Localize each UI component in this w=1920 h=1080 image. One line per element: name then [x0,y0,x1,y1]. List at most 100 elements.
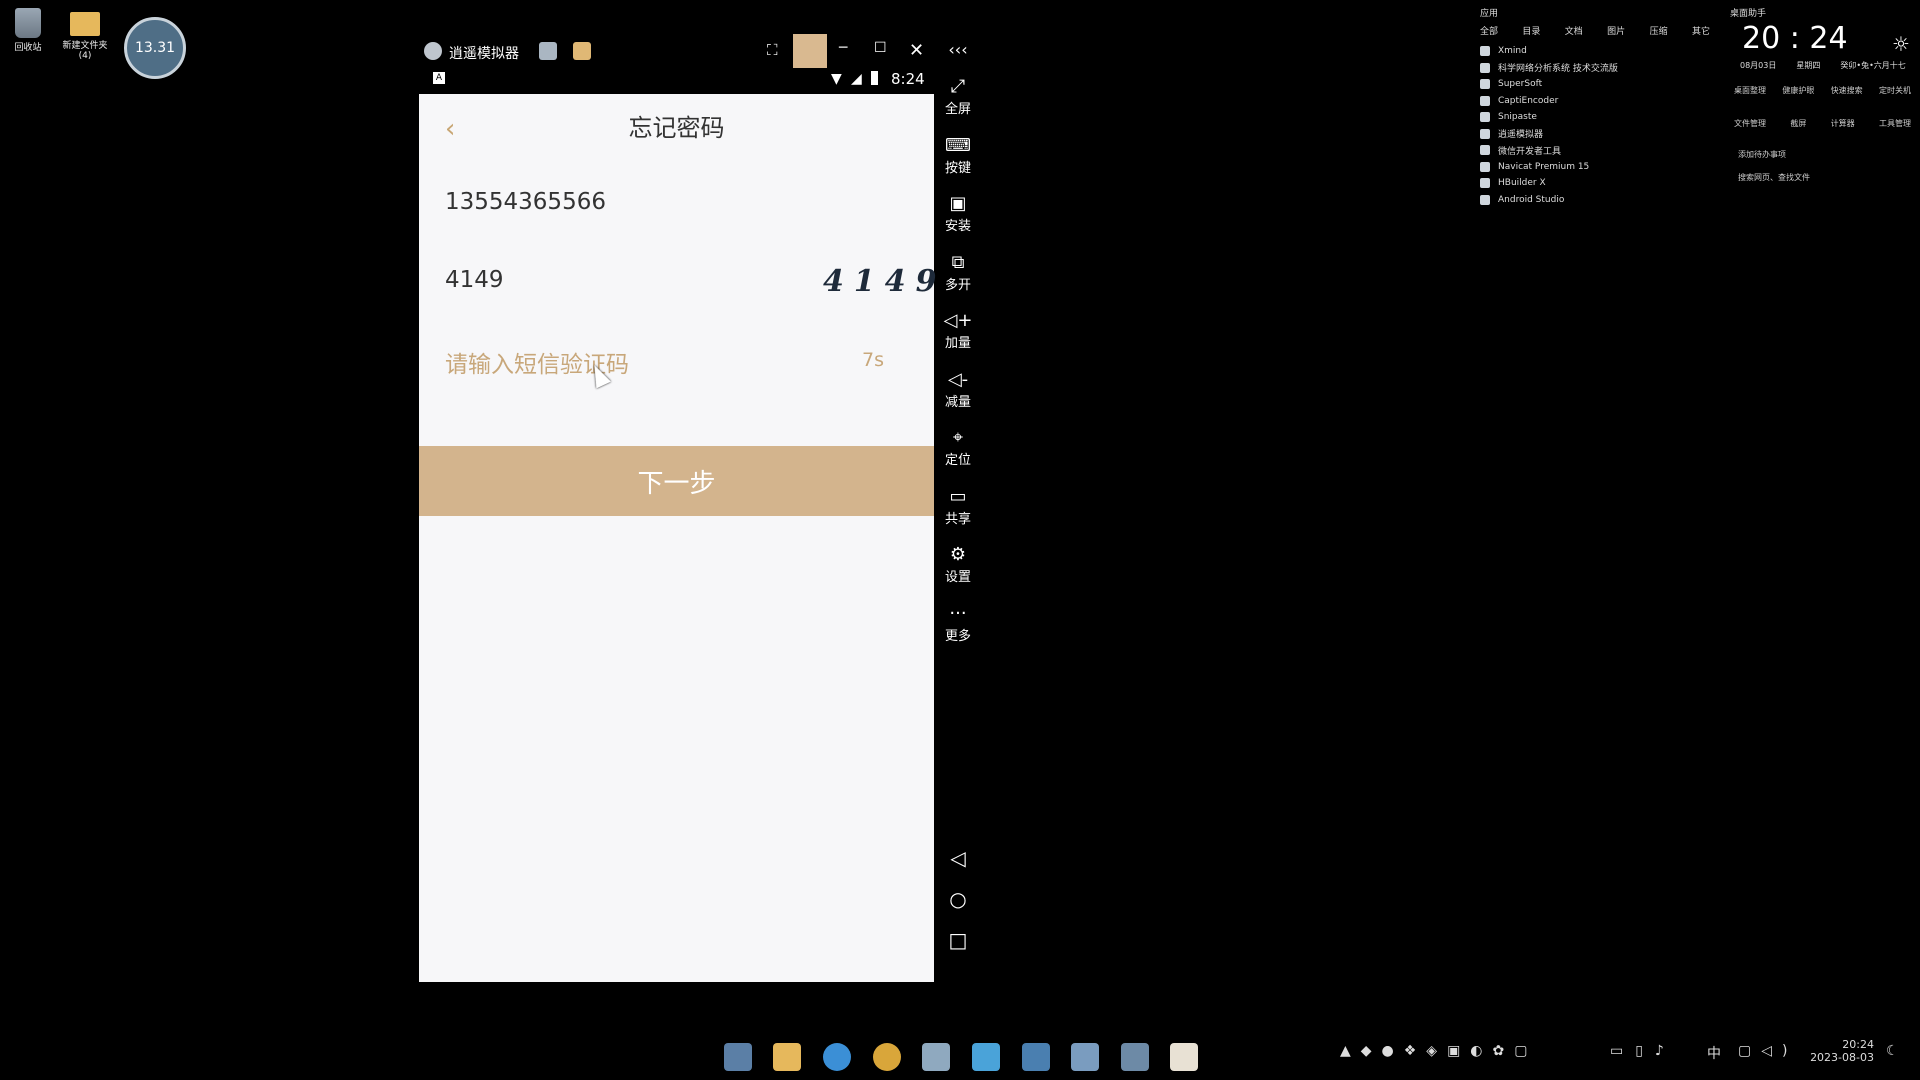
widget-search[interactable]: 搜索网页、查找文件 [1738,172,1915,183]
collapse-sidebar-button[interactable]: ‹‹‹ [938,40,978,59]
tool-eye-care[interactable]: 健康护眼 [1782,85,1814,96]
sidebar-label: 更多 [944,629,971,644]
captcha-char: 1 [853,264,875,299]
emulator-titlebar: 逍遥模拟器 ⛶ ─ ☐ ✕ [419,34,939,68]
taskbar-time: 20:24 [1842,1038,1874,1051]
screenshot-icon[interactable] [539,42,557,60]
taskbar-clock[interactable]: 20:24 2023-08-03 [1802,1038,1874,1064]
app-item[interactable]: CaptiEncoder [1480,93,1710,110]
app-image-icon[interactable] [1022,1043,1050,1071]
tab-images[interactable]: 图片 [1607,24,1625,37]
sidebar-item-volume-down[interactable]: ◁- 减量 [938,369,978,410]
shrink-screen-icon[interactable]: ⛶ [767,41,778,59]
captcha-char: 9 [915,264,937,299]
sidebar-item-volume-up[interactable]: ◁+ 加量 [938,310,978,351]
clock-widget-value: 13.31 [134,40,176,56]
app-name: Xmind [1498,46,1527,57]
sidebar-item-more[interactable]: ··· 更多 [938,603,978,644]
app-item[interactable]: SuperSoft [1480,76,1710,93]
app-bird-icon[interactable] [922,1043,950,1071]
tab-archives[interactable]: 压缩 [1650,24,1668,37]
android-recents-button[interactable]: □ [938,928,978,952]
tab-other[interactable]: 其它 [1692,24,1710,37]
volume-down-icon: ◁- [947,369,969,390]
app-icon [1480,128,1490,139]
widget-header: 桌面助手 [1730,9,1767,19]
widget-weekday: 星期四 [1796,61,1821,70]
emulator-taskbar-icon[interactable] [1071,1043,1099,1071]
desktop-clock-widget[interactable]: 13.31 [124,17,186,79]
tab-docs[interactable]: 文档 [1565,24,1583,37]
sidebar-label: 安装 [944,219,971,234]
app-item[interactable]: 逍遥模拟器 [1480,126,1710,143]
app-screenshot-icon[interactable] [1121,1043,1149,1071]
sidebar-item-share[interactable]: ▭ 共享 [938,486,978,527]
sidebar-item-location[interactable]: ⌖ 定位 [938,427,978,468]
sms-countdown: 7s [862,349,884,371]
app-t-icon[interactable] [972,1043,1000,1071]
app-icon [1480,79,1490,90]
tool-manage[interactable]: 工具管理 [1879,118,1911,129]
start-menu-icon[interactable] [724,1043,752,1071]
app-name: 科学网络分析系统 技术交流版 [1498,64,1618,75]
color-swatch [793,34,827,68]
sidebar-item-settings[interactable]: ⚙ 设置 [938,544,978,585]
folder-icon [70,12,100,36]
sidebar-item-install[interactable]: ▣ 安装 [938,193,978,234]
multi-open-icon: ⧉ [951,252,965,273]
app-item[interactable]: HBuilder X [1480,175,1710,192]
android-back-button[interactable]: ◁ [938,846,978,870]
sidebar-item-fullscreen[interactable]: ⤢ 全屏 [938,76,978,117]
close-icon[interactable]: ✕ [909,40,924,61]
sidebar-label: 按键 [944,161,971,176]
battery-icon [871,71,878,85]
tab-folder[interactable]: 目录 [1522,24,1540,37]
captcha-image[interactable]: 4 1 4 9 [823,264,937,302]
android-home-button[interactable]: ○ [938,887,978,911]
app-icon [1480,95,1490,106]
phone-number-input[interactable]: 13554365566 [445,189,606,215]
sidebar-label: 共享 [944,512,971,527]
app-name: 微信开发者工具 [1498,146,1562,157]
java-app-icon[interactable] [1170,1043,1198,1071]
sidebar-item-multi[interactable]: ⧉ 多开 [938,252,978,293]
widget-date: 08月03日 [1740,61,1777,70]
app-name: Navicat Premium 15 [1498,161,1590,172]
tray-system-icons[interactable]: ▭▯♪ [1610,1043,1676,1059]
app-item[interactable]: Navicat Premium 15 [1480,159,1710,176]
tool-quick-search[interactable]: 快速搜索 [1831,85,1863,96]
sidebar-item-keys[interactable]: ⌨ 按键 [938,135,978,176]
notification-moon-icon[interactable]: ☾ [1886,1043,1899,1059]
app-item[interactable]: 微信开发者工具 [1480,142,1710,159]
edge-browser-icon[interactable] [823,1043,851,1071]
more-icon: ··· [949,603,967,624]
minimize-icon[interactable]: ─ [839,40,847,56]
tool-timed-shutdown[interactable]: 定时关机 [1879,85,1911,96]
captcha-input[interactable]: 4149 [445,267,504,293]
emulator-logo-icon [424,42,442,60]
recycle-bin-icon[interactable]: 回收站 [0,8,58,53]
next-step-button[interactable]: 下一步 [419,446,934,516]
fullscreen-icon: ⤢ [950,76,966,97]
tool-file-manager[interactable]: 文件管理 [1734,118,1766,129]
app-item[interactable]: Snipaste [1480,109,1710,126]
status-notification-icon: A [433,72,445,84]
app-name: CaptiEncoder [1498,95,1559,106]
tool-screenshot[interactable]: 截屏 [1790,118,1806,129]
network-volume-icons[interactable]: ▢◁) [1738,1043,1797,1059]
tab-all[interactable]: 全部 [1480,24,1498,37]
app-item[interactable]: Xmind [1480,43,1710,60]
tool-desktop-organize[interactable]: 桌面整理 [1734,85,1766,96]
app-icon[interactable] [573,42,591,60]
tool-calculator[interactable]: 计算器 [1831,118,1855,129]
input-method-indicator[interactable]: 中 [1707,1043,1721,1063]
app-item[interactable]: Android Studio [1480,192,1710,209]
new-folder-icon[interactable]: 新建文件夹 (4) [55,8,115,61]
maximize-icon[interactable]: ☐ [874,40,887,56]
system-tray-icons[interactable]: ▲◆●❖◈▣◐✿▢ [1340,1043,1537,1059]
widget-todo[interactable]: 添加待办事项 [1738,149,1915,160]
widget-tools-row2: 文件管理 截屏 计算器 工具管理 [1730,118,1915,129]
app-item[interactable]: 科学网络分析系统 技术交流版 [1480,60,1710,77]
chrome-browser-icon[interactable] [873,1043,901,1071]
file-explorer-icon[interactable] [773,1043,801,1071]
